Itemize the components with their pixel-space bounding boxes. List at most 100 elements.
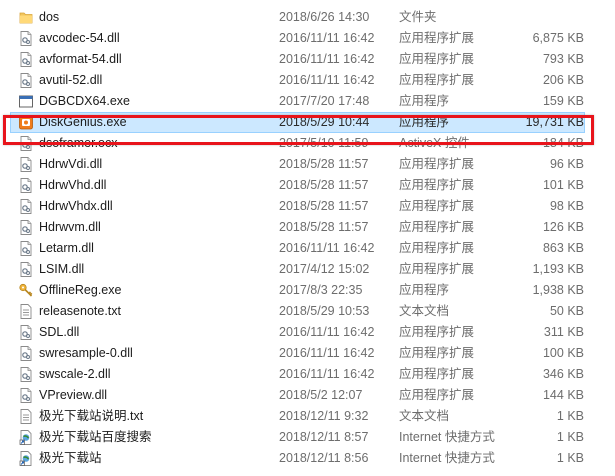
file-name: avcodec-54.dll	[39, 31, 120, 45]
file-row[interactable]: 极光下载站说明.txt 2018/12/11 9:32 文本文档 1 KB	[0, 406, 615, 427]
folder-icon	[19, 10, 33, 25]
file-row[interactable]: dos 2018/6/26 14:30 文件夹	[0, 7, 615, 28]
file-type: 应用程序扩展	[399, 388, 475, 402]
file-date: 2018/5/28 11:57	[279, 220, 369, 234]
file-date: 2017/4/12 15:02	[279, 262, 370, 276]
file-name: releasenote.txt	[39, 304, 121, 318]
file-size: 1 KB	[556, 430, 584, 444]
file-type: 应用程序扩展	[399, 325, 475, 339]
file-size: 346 KB	[542, 367, 584, 381]
file-date: 2018/5/28 11:57	[279, 157, 369, 171]
file-name: 极光下载站说明.txt	[39, 409, 144, 423]
file-row[interactable]: 极光下载站百度搜索 2018/12/11 8:57 Internet 快捷方式 1 K…	[0, 427, 615, 448]
file-type: 应用程序	[399, 115, 450, 129]
file-name: dos	[39, 10, 60, 24]
file-row[interactable]: swscale-2.dll 2016/11/11 16:42 应用程序扩展 346 K…	[0, 364, 615, 385]
file-type: 应用程序扩展	[399, 178, 475, 192]
file-type: 应用程序扩展	[399, 220, 475, 234]
file-type: 文件夹	[399, 10, 437, 24]
file-row[interactable]: DGBCDX64.exe 2017/7/20 17:48 应用程序 159 KB	[0, 91, 615, 112]
file-date: 2016/11/11 16:42	[279, 241, 375, 255]
file-size: 50 KB	[549, 304, 584, 318]
dll-file-icon	[19, 241, 33, 256]
file-date: 2018/5/29 10:53	[279, 304, 370, 318]
text-file-icon	[19, 409, 33, 424]
file-type: 应用程序扩展	[399, 73, 475, 87]
file-type: 应用程序扩展	[399, 241, 475, 255]
file-type: 文本文档	[399, 409, 450, 423]
file-size: 96 KB	[549, 157, 584, 171]
file-type: ActiveX 控件	[399, 136, 470, 150]
file-date: 2018/12/11 8:56	[279, 451, 369, 465]
file-size: 144 KB	[542, 388, 584, 402]
file-date: 2016/11/11 16:42	[279, 31, 375, 45]
file-type: 文本文档	[399, 304, 450, 318]
file-size: 793 KB	[542, 52, 584, 66]
file-row[interactable]: OfflineReg.exe 2017/8/3 22:35 应用程序 1,938 KB	[0, 280, 615, 301]
dll-file-icon	[19, 52, 33, 67]
file-row[interactable]: HdrwVhdx.dll 2018/5/28 11:57 应用程序扩展 98 KB	[0, 196, 615, 217]
file-size: 126 KB	[542, 220, 584, 234]
file-name: HdrwVhdx.dll	[39, 199, 113, 213]
file-row[interactable]: HdrwVhd.dll 2018/5/28 11:57 应用程序扩展 101 KB	[0, 175, 615, 196]
dll-file-icon	[19, 220, 33, 235]
dll-file-icon	[19, 178, 33, 193]
diskgenius-icon	[19, 115, 33, 130]
file-name: 极光下载站	[39, 451, 102, 465]
file-name: 极光下载站百度搜索	[39, 430, 152, 444]
file-row[interactable]: LSIM.dll 2017/4/12 15:02 应用程序扩展 1,193 KB	[0, 259, 615, 280]
file-name: DiskGenius.exe	[39, 115, 127, 129]
file-type: 应用程序	[399, 94, 450, 108]
file-size: 184 KB	[542, 136, 584, 150]
file-row[interactable]: VPreview.dll 2018/5/2 12:07 应用程序扩展 144 KB	[0, 385, 615, 406]
file-row[interactable]: avutil-52.dll 2016/11/11 16:42 应用程序扩展 206 K…	[0, 70, 615, 91]
file-size: 159 KB	[542, 94, 584, 108]
file-row[interactable]: avformat-54.dll 2016/11/11 16:42 应用程序扩展 793…	[0, 49, 615, 70]
file-type: Internet 快捷方式	[399, 430, 495, 444]
dll-file-icon	[19, 262, 33, 277]
file-name: Letarm.dll	[39, 241, 94, 255]
file-date: 2016/11/11 16:42	[279, 325, 375, 339]
file-size: 101 KB	[542, 178, 584, 192]
dll-file-icon	[19, 31, 33, 46]
file-name: dsoframer.ocx	[39, 136, 118, 150]
file-size: 98 KB	[549, 199, 584, 213]
file-row[interactable]: SDL.dll 2016/11/11 16:42 应用程序扩展 311 KB	[0, 322, 615, 343]
file-date: 2018/5/29 10:44	[279, 115, 370, 129]
file-name: swscale-2.dll	[39, 367, 111, 381]
file-date: 2016/11/11 16:42	[279, 346, 375, 360]
file-row[interactable]: releasenote.txt 2018/5/29 10:53 文本文档 50 KB	[0, 301, 615, 322]
file-date: 2017/5/10 11:59	[279, 136, 369, 150]
file-date: 2018/5/28 11:57	[279, 199, 369, 213]
file-row[interactable]: swresample-0.dll 2016/11/11 16:42 应用程序扩展 10…	[0, 343, 615, 364]
dll-file-icon	[19, 199, 33, 214]
file-row[interactable]: DiskGenius.exe 2018/5/29 10:44 应用程序 19,731 …	[0, 112, 615, 133]
file-type: 应用程序扩展	[399, 346, 475, 360]
file-size: 1,938 KB	[532, 283, 584, 297]
file-date: 2018/5/2 12:07	[279, 388, 363, 402]
file-date: 2018/6/26 14:30	[279, 10, 370, 24]
file-row[interactable]: HdrwVdi.dll 2018/5/28 11:57 应用程序扩展 96 KB	[0, 154, 615, 175]
file-row[interactable]: Hdrwvm.dll 2018/5/28 11:57 应用程序扩展 126 KB	[0, 217, 615, 238]
file-type: 应用程序扩展	[399, 199, 475, 213]
key-icon	[19, 283, 33, 298]
file-name: HdrwVhd.dll	[39, 178, 107, 192]
file-row[interactable]: 极光下载站 2018/12/11 8:56 Internet 快捷方式 1 KB	[0, 448, 615, 469]
file-name: HdrwVdi.dll	[39, 157, 103, 171]
file-name: DGBCDX64.exe	[39, 94, 131, 108]
file-size: 206 KB	[542, 73, 584, 87]
file-date: 2016/11/11 16:42	[279, 52, 375, 66]
file-date: 2018/12/11 8:57	[279, 430, 369, 444]
text-file-icon	[19, 304, 33, 319]
file-size: 311 KB	[543, 325, 584, 339]
file-row[interactable]: dsoframer.ocx 2017/5/10 11:59 ActiveX 控件 18…	[0, 133, 615, 154]
file-type: 应用程序	[399, 283, 450, 297]
file-row[interactable]: avcodec-54.dll 2016/11/11 16:42 应用程序扩展 6,87…	[0, 28, 615, 49]
file-name: avformat-54.dll	[39, 52, 122, 66]
file-date: 2016/11/11 16:42	[279, 73, 375, 87]
file-name: avutil-52.dll	[39, 73, 103, 87]
file-size: 1 KB	[556, 409, 584, 423]
file-row[interactable]: Letarm.dll 2016/11/11 16:42 应用程序扩展 863 KB	[0, 238, 615, 259]
file-name: VPreview.dll	[39, 388, 108, 402]
dll-file-icon	[19, 346, 33, 361]
